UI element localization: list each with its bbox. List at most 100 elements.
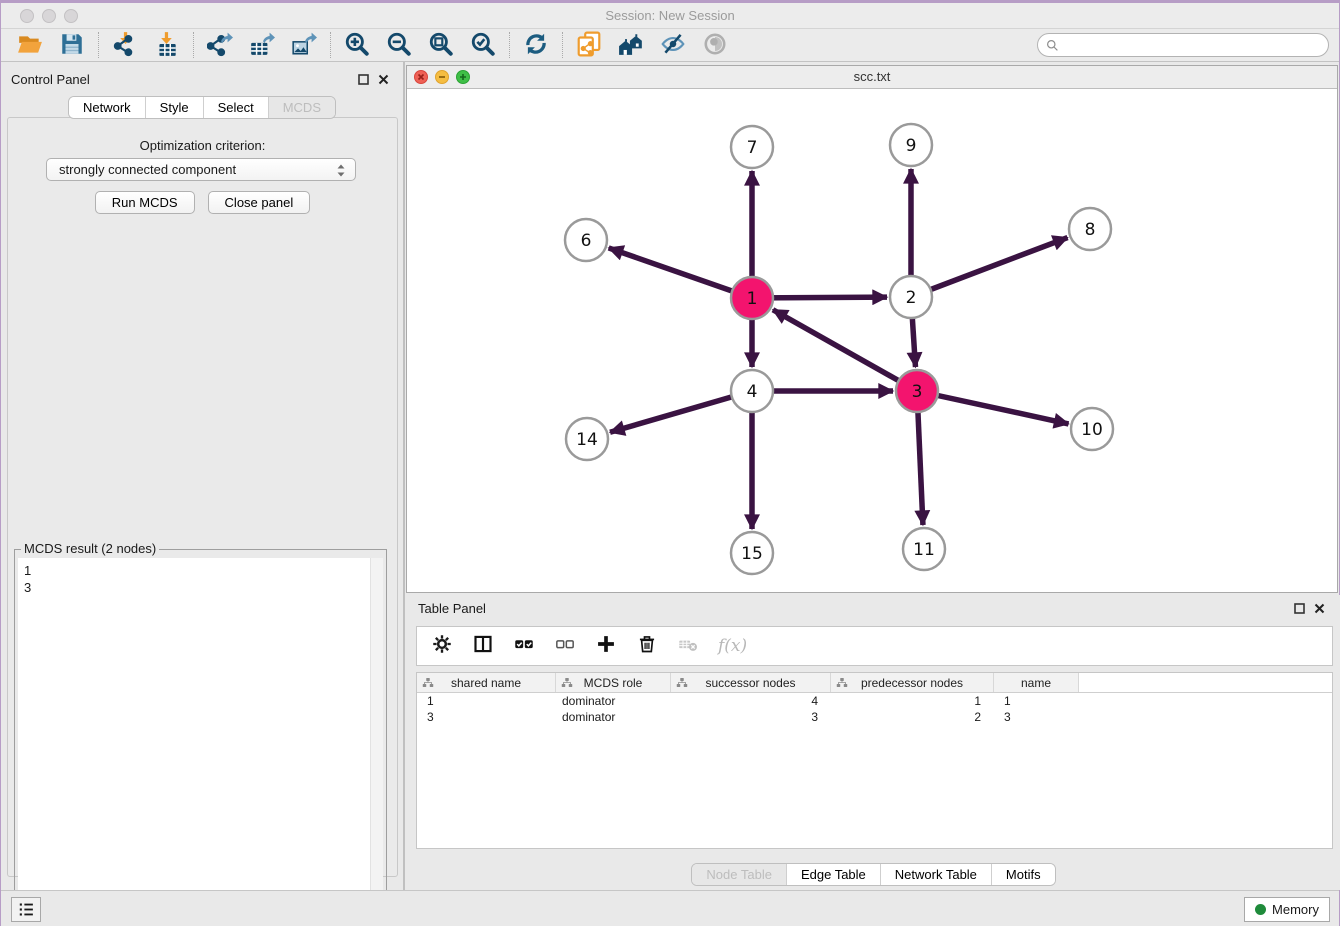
table-cell[interactable]: dominator	[556, 693, 671, 709]
node-6[interactable]: 6	[565, 219, 607, 261]
optimization-criterion-label: Optimization criterion:	[8, 138, 397, 153]
mcds-result-scrollbar[interactable]	[370, 558, 383, 923]
column-header-predecessor-nodes[interactable]: predecessor nodes	[831, 673, 994, 692]
delete-table-button[interactable]	[636, 635, 658, 657]
svg-text:14: 14	[576, 430, 598, 450]
home-button[interactable]	[610, 30, 652, 60]
tab-motifs[interactable]: Motifs	[991, 864, 1055, 885]
node-9[interactable]: 9	[890, 124, 932, 166]
refresh-layout-button[interactable]	[515, 30, 557, 60]
node-8[interactable]: 8	[1069, 208, 1111, 250]
node-15[interactable]: 15	[731, 532, 773, 574]
table-row[interactable]: 1dominator411	[417, 693, 1332, 709]
open-file-icon	[17, 31, 43, 60]
select-all-checkboxes-button[interactable]	[513, 635, 535, 657]
table-cell[interactable]: dominator	[556, 709, 671, 725]
close-panel-button[interactable]: Close panel	[208, 191, 311, 214]
node-7[interactable]: 7	[731, 126, 773, 168]
table-settings-gear-button[interactable]	[431, 635, 453, 657]
import-table-button[interactable]	[146, 30, 188, 60]
node-2[interactable]: 2	[890, 276, 932, 318]
task-history-button[interactable]	[11, 897, 41, 922]
edge-3-10[interactable]	[917, 391, 1069, 424]
mcds-result-text[interactable]: 13	[18, 558, 383, 923]
show-graphics-details-button[interactable]	[694, 30, 736, 60]
table-cell[interactable]: 3	[671, 709, 831, 725]
run-mcds-button[interactable]: Run MCDS	[95, 191, 195, 214]
column-header-name[interactable]: name	[994, 673, 1079, 692]
column-header-shared-name[interactable]: shared name	[417, 673, 556, 692]
zoom-selected-button[interactable]	[462, 30, 504, 60]
edge-2-8[interactable]	[911, 238, 1068, 297]
search-box[interactable]	[1037, 33, 1329, 57]
column-header-MCDS-role[interactable]: MCDS role	[556, 673, 671, 692]
table-cell[interactable]: 2	[831, 709, 994, 725]
table-panel-close-button[interactable]	[1313, 602, 1325, 614]
node-4[interactable]: 4	[731, 370, 773, 412]
tab-select[interactable]: Select	[203, 97, 268, 118]
hide-unhide-button[interactable]	[652, 30, 694, 60]
svg-text:8: 8	[1085, 220, 1096, 240]
table-cell[interactable]: 1	[994, 693, 1079, 709]
zoom-in-icon	[344, 31, 370, 60]
status-bar: Memory	[1, 890, 1339, 926]
table-panel-title: Table Panel	[418, 601, 486, 616]
control-panel-close-button[interactable]	[377, 73, 389, 85]
tab-node-table[interactable]: Node Table	[692, 864, 786, 885]
table-cell[interactable]: 3	[994, 709, 1079, 725]
export-image-icon	[291, 31, 317, 60]
network-window-titlebar[interactable]: scc.txt	[407, 66, 1337, 89]
table-cell[interactable]: 3	[417, 709, 556, 725]
table-row[interactable]: 3dominator323	[417, 709, 1332, 725]
zoom-in-button[interactable]	[336, 30, 378, 60]
create-column-icon	[596, 634, 616, 659]
table-panel-float-button[interactable]	[1293, 602, 1305, 614]
control-panel-float-button[interactable]	[357, 73, 369, 85]
save-session-button[interactable]	[51, 30, 93, 60]
deselect-all-checkboxes-icon	[555, 634, 575, 659]
delete-column-button	[677, 635, 699, 657]
select-all-checkboxes-icon	[514, 634, 534, 659]
tab-mcds[interactable]: MCDS	[268, 97, 335, 118]
tab-edge-table[interactable]: Edge Table	[786, 864, 880, 885]
open-file-button[interactable]	[9, 30, 51, 60]
toggle-columns-button[interactable]	[472, 635, 494, 657]
svg-text:1: 1	[747, 289, 758, 309]
node-14[interactable]: 14	[566, 418, 608, 460]
column-header-successor-nodes[interactable]: successor nodes	[671, 673, 831, 692]
deselect-all-checkboxes-button[interactable]	[554, 635, 576, 657]
import-network-button[interactable]	[104, 30, 146, 60]
svg-text:11: 11	[913, 540, 935, 560]
table-cell[interactable]: 4	[671, 693, 831, 709]
edge-1-6[interactable]	[609, 248, 752, 298]
zoom-out-button[interactable]	[378, 30, 420, 60]
table-panel: Table Panel f(x) shared nameMCDS rolesuc…	[406, 595, 1340, 890]
table-cell[interactable]: 1	[417, 693, 556, 709]
show-graphics-details-icon	[702, 31, 728, 60]
table-cell[interactable]: 1	[831, 693, 994, 709]
graph-canvas[interactable]: 7 9 6 8 1 2 4 3 14 10 15 11	[407, 89, 1337, 592]
export-image-button[interactable]	[283, 30, 325, 60]
column-hierarchy-icon	[561, 677, 573, 689]
column-header-label: shared name	[451, 676, 521, 690]
copy-network-style-button[interactable]	[568, 30, 610, 60]
edge-3-1[interactable]	[773, 310, 917, 391]
node-10[interactable]: 10	[1071, 408, 1113, 450]
optimization-criterion-select[interactable]: strongly connected component	[46, 158, 356, 181]
window-titlebar[interactable]: Session: New Session	[1, 3, 1339, 29]
zoom-fit-button[interactable]	[420, 30, 462, 60]
export-network-button[interactable]	[199, 30, 241, 60]
node-11[interactable]: 11	[903, 528, 945, 570]
column-hierarchy-icon	[422, 677, 434, 689]
memory-button[interactable]: Memory	[1244, 897, 1330, 922]
tab-network-table[interactable]: Network Table	[880, 864, 991, 885]
create-column-button[interactable]	[595, 635, 617, 657]
column-header-label: successor nodes	[705, 676, 795, 690]
node-3[interactable]: 3	[896, 370, 938, 412]
search-input[interactable]	[1064, 38, 1328, 52]
tab-style[interactable]: Style	[145, 97, 203, 118]
export-table-button[interactable]	[241, 30, 283, 60]
node-1[interactable]: 1	[731, 277, 773, 319]
tab-network[interactable]: Network	[69, 97, 145, 118]
select-chevrons-icon	[334, 162, 348, 182]
